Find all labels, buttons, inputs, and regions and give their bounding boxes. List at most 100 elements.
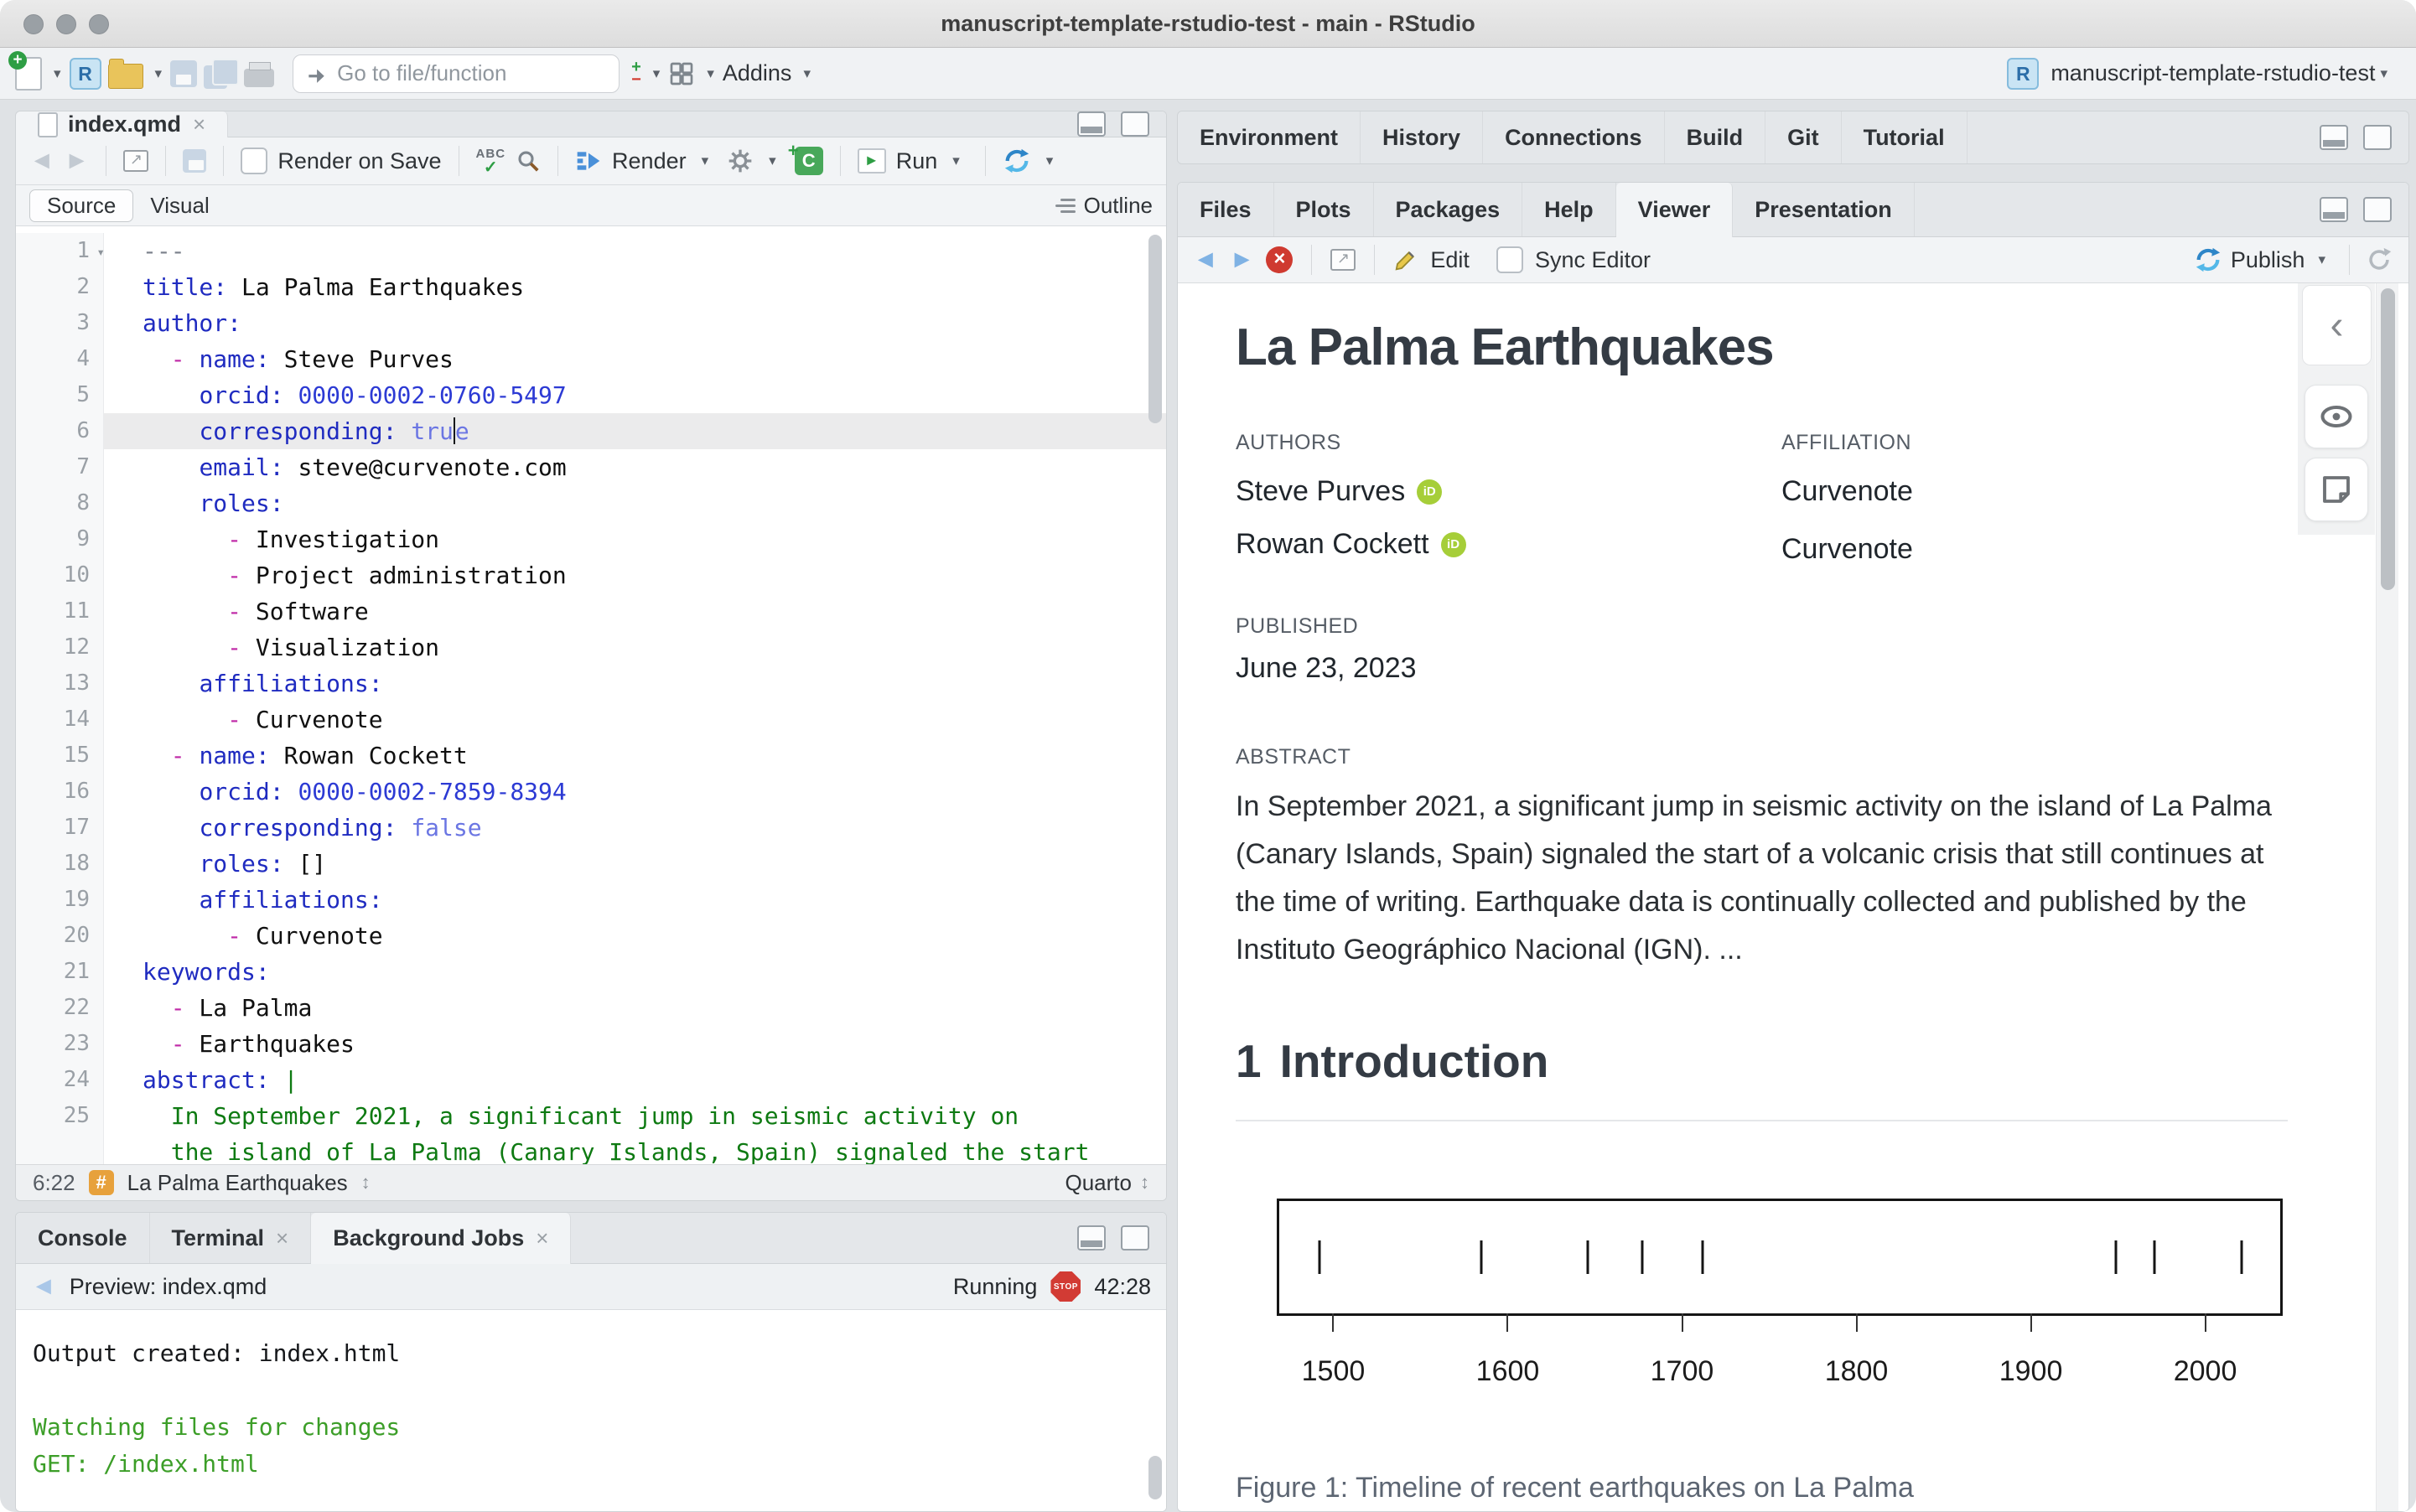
source-publish-icon[interactable]	[1003, 147, 1031, 175]
tab-plots[interactable]: Plots	[1274, 183, 1374, 236]
popout-icon[interactable]: ↗	[123, 150, 149, 172]
viewer-forward-icon[interactable]: ►	[1230, 246, 1255, 274]
new-project-button[interactable]: R	[69, 57, 101, 90]
code-line[interactable]: 24 abstract: |	[16, 1062, 1166, 1098]
close-terminal-icon[interactable]: ×	[276, 1225, 288, 1251]
sync-editor-checkbox[interactable]	[1496, 246, 1523, 273]
orcid-icon[interactable]: iD	[1440, 531, 1466, 557]
workspace-panes-button[interactable]	[668, 60, 695, 87]
code-line[interactable]: 11 - Software	[16, 593, 1166, 629]
tab-packages[interactable]: Packages	[1374, 183, 1523, 236]
code-line[interactable]: 1 ▾ ---	[16, 233, 1166, 269]
minimize-pane-icon[interactable]	[1077, 111, 1106, 137]
source-mode-button[interactable]: Source	[29, 189, 134, 222]
gear-icon[interactable]	[727, 148, 754, 174]
close-tab-icon[interactable]: ×	[193, 111, 205, 137]
collapse-toc-button[interactable]: ‹	[2302, 285, 2372, 365]
code-line[interactable]: 19 affiliations:	[16, 882, 1166, 918]
tab-build[interactable]: Build	[1665, 111, 1766, 163]
minimize-console-icon[interactable]	[1077, 1225, 1106, 1251]
version-control-button[interactable]: + −	[631, 59, 641, 88]
addins-menu[interactable]: Addins	[723, 60, 792, 86]
code-line[interactable]: 21 keywords:	[16, 954, 1166, 990]
code-line[interactable]: 12 - Visualization	[16, 629, 1166, 665]
spellcheck-icon[interactable]: ABC ✓	[476, 148, 506, 177]
print-button[interactable]	[244, 60, 275, 87]
code-line[interactable]: 3 author:	[16, 305, 1166, 341]
refresh-icon[interactable]	[2365, 246, 2393, 274]
editor-scrollbar[interactable]	[1148, 235, 1162, 423]
code-line[interactable]: 6 corresponding: true	[16, 413, 1166, 449]
edit-button[interactable]: Edit	[1430, 247, 1470, 273]
publish-dropdown[interactable]: ▾	[2318, 251, 2325, 268]
viewer-stop-icon[interactable]: ×	[1266, 246, 1294, 273]
code-editor[interactable]: 1 ▾ --- 2 title: La Palma Earthquakes 3 author…	[16, 226, 1166, 1164]
visibility-button[interactable]	[2305, 385, 2368, 448]
open-file-button[interactable]	[107, 58, 143, 89]
tab-tutorial[interactable]: Tutorial	[1842, 111, 1968, 163]
viewer-content[interactable]: La Palma Earthquakes AUTHORS Steve Purve…	[1178, 283, 2408, 1511]
code-line[interactable]: 15 - name: Rowan Cockett	[16, 738, 1166, 774]
code-line[interactable]: 8 roles:	[16, 485, 1166, 521]
viewer-scrollbar-thumb[interactable]	[2381, 288, 2395, 590]
maximize-workspace-icon[interactable]	[2363, 125, 2392, 150]
code-line[interactable]: 13 affiliations:	[16, 665, 1166, 702]
stop-job-button[interactable]: STOP	[1050, 1271, 1081, 1302]
new-file-button[interactable]: +	[8, 50, 42, 91]
viewer-back-icon[interactable]: ◄	[1193, 246, 1218, 274]
maximize-viewer-icon[interactable]	[2363, 197, 2392, 222]
new-file-dropdown[interactable]: ▾	[54, 65, 61, 82]
job-back-icon[interactable]: ◄	[31, 1272, 56, 1301]
code-line[interactable]: 20 - Curvenote	[16, 918, 1166, 954]
workspace-panes-dropdown[interactable]: ▾	[707, 65, 714, 82]
tab-connections[interactable]: Connections	[1483, 111, 1665, 163]
goto-file-input[interactable]: Go to file/function	[293, 54, 620, 93]
code-line[interactable]: 9 - Investigation	[16, 521, 1166, 557]
annotation-button[interactable]	[2305, 458, 2368, 521]
console-output[interactable]: Output created: index.html Watching files…	[16, 1310, 1166, 1511]
tab-environment[interactable]: Environment	[1178, 111, 1361, 163]
render-button[interactable]: Render	[612, 148, 687, 174]
code-line[interactable]: 16 orcid: 0000-0002-7859-8394	[16, 774, 1166, 810]
tab-presentation[interactable]: Presentation	[1733, 183, 1915, 236]
tab-background-jobs[interactable]: Background Jobs ×	[311, 1213, 572, 1264]
code-line[interactable]: 2 title: La Palma Earthquakes	[16, 269, 1166, 305]
tab-files[interactable]: Files	[1178, 183, 1274, 236]
run-button[interactable]: Run	[896, 148, 938, 174]
tab-index-qmd[interactable]: index.qmd ×	[16, 111, 229, 137]
tab-help[interactable]: Help	[1522, 183, 1616, 236]
run-dropdown[interactable]: ▾	[952, 153, 960, 169]
code-line[interactable]: 23 - Earthquakes	[16, 1026, 1166, 1062]
open-file-dropdown[interactable]: ▾	[155, 65, 163, 82]
outline-button[interactable]: Outline	[1055, 193, 1153, 219]
insert-chunk-icon[interactable]: C	[788, 137, 823, 175]
maximize-pane-icon[interactable]	[1121, 111, 1149, 137]
gear-dropdown[interactable]: ▾	[769, 153, 776, 169]
console-scrollbar[interactable]	[1148, 1456, 1162, 1499]
tab-git[interactable]: Git	[1765, 111, 1842, 163]
section-selector[interactable]: La Palma Earthquakes	[127, 1170, 348, 1196]
save-document-icon[interactable]	[183, 149, 207, 173]
tab-viewer[interactable]: Viewer	[1615, 183, 1734, 237]
code-line[interactable]: 10 - Project administration	[16, 557, 1166, 593]
code-line[interactable]: 4 - name: Steve Purves	[16, 341, 1166, 377]
document-mode-selector[interactable]: Quarto	[1065, 1170, 1133, 1196]
orcid-icon[interactable]: iD	[1417, 479, 1443, 505]
tab-history[interactable]: History	[1361, 111, 1484, 163]
save-all-button[interactable]	[204, 58, 240, 89]
code-line[interactable]: 25 In September 2021, a significant jump…	[16, 1098, 1166, 1134]
search-icon[interactable]	[516, 148, 541, 173]
code-line[interactable]: 5 orcid: 0000-0002-0760-5497	[16, 377, 1166, 413]
project-dropdown[interactable]: ▾	[2380, 65, 2387, 82]
code-line[interactable]: 17 corresponding: false	[16, 810, 1166, 846]
visual-mode-button[interactable]: Visual	[133, 190, 226, 221]
code-line[interactable]: 22 - La Palma	[16, 990, 1166, 1026]
back-icon[interactable]: ◄	[29, 147, 54, 175]
render-dropdown[interactable]: ▾	[702, 153, 709, 169]
tab-console[interactable]: Console	[16, 1213, 150, 1263]
code-line[interactable]: 18 roles: []	[16, 846, 1166, 882]
restore-workspace-icon[interactable]	[2320, 125, 2348, 150]
viewer-popout-icon[interactable]: ↗	[1330, 249, 1356, 271]
source-publish-dropdown[interactable]: ▾	[1046, 153, 1054, 169]
tab-terminal[interactable]: Terminal ×	[150, 1213, 312, 1263]
